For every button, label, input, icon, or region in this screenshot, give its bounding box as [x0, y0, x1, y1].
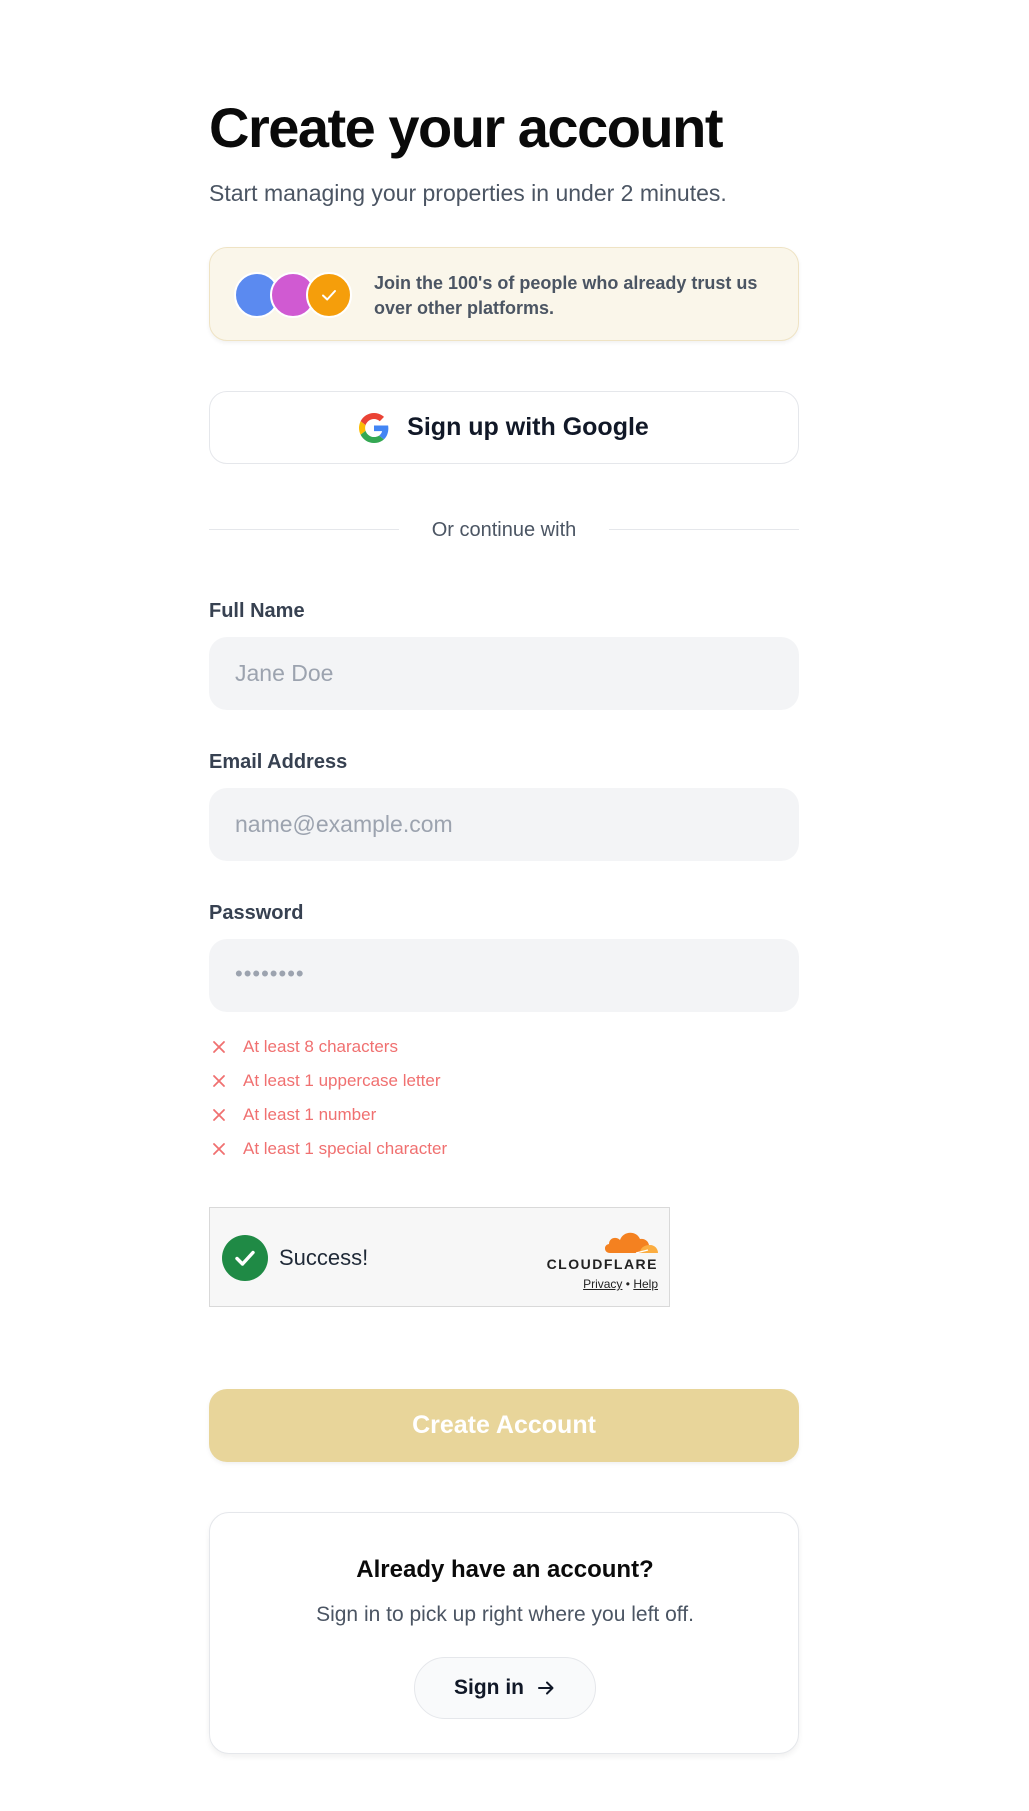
trust-banner-text: Join the 100's of people who already tru… [374, 273, 758, 318]
full-name-label: Full Name [209, 600, 305, 622]
email-label: Email Address [209, 751, 348, 773]
x-icon [209, 1071, 229, 1091]
or-divider: Or continue with [209, 516, 799, 544]
avatar [306, 272, 352, 318]
signin-card-title: Already have an account? [356, 1556, 654, 1583]
password-rule-text: At least 1 special character [243, 1139, 448, 1158]
signin-button-label: Sign in [454, 1676, 524, 1699]
password-rule: At least 1 special character [209, 1132, 799, 1166]
avatar-stack [234, 272, 360, 318]
help-link[interactable]: Help [633, 1277, 658, 1291]
captcha-status: Success! [279, 1245, 369, 1270]
google-icon [359, 412, 389, 443]
email-input[interactable] [209, 788, 799, 861]
create-account-button[interactable]: Create Account [209, 1389, 799, 1462]
signin-button[interactable]: Sign in [414, 1657, 596, 1719]
password-requirements: At least 8 characters At least 1 upperca… [209, 1030, 799, 1166]
google-signup-button[interactable]: Sign up with Google [209, 391, 799, 464]
signin-card-subtitle: Sign in to pick up right where you left … [316, 1603, 694, 1626]
password-label: Password [209, 902, 304, 924]
page-subtitle: Start managing your properties in under … [209, 180, 727, 206]
full-name-input[interactable] [209, 637, 799, 710]
password-rule: At least 1 number [209, 1098, 799, 1132]
google-signup-label: Sign up with Google [407, 413, 649, 441]
trust-banner: Join the 100's of people who already tru… [209, 247, 799, 341]
success-check-icon [222, 1235, 268, 1281]
signin-card: Already have an account? Sign in to pick… [209, 1512, 799, 1754]
divider-text: Or continue with [431, 519, 577, 541]
captcha-widget[interactable]: Success! CLOUDFLARE Privacy • Help [209, 1207, 670, 1307]
x-icon [209, 1139, 229, 1159]
arrow-right-icon [538, 1681, 554, 1695]
password-input[interactable]: •••••••• [209, 939, 799, 1012]
cloudflare-logo-icon [604, 1232, 658, 1254]
checkmark-icon [322, 290, 336, 301]
link-separator: • [625, 1277, 630, 1291]
page-title: Create your account [209, 96, 724, 159]
password-masked-value: •••••••• [235, 961, 305, 986]
x-icon [209, 1105, 229, 1125]
captcha-links: Privacy • Help [583, 1277, 658, 1291]
x-icon [209, 1037, 229, 1057]
cloudflare-brand: CLOUDFLARE [546, 1256, 658, 1272]
password-rule-text: At least 1 uppercase letter [243, 1071, 441, 1090]
password-rule: At least 1 uppercase letter [209, 1064, 799, 1098]
password-rule: At least 8 characters [209, 1030, 799, 1064]
privacy-link[interactable]: Privacy [583, 1277, 622, 1291]
password-rule-text: At least 1 number [243, 1105, 377, 1124]
password-rule-text: At least 8 characters [243, 1037, 398, 1056]
divider-line [609, 529, 799, 530]
